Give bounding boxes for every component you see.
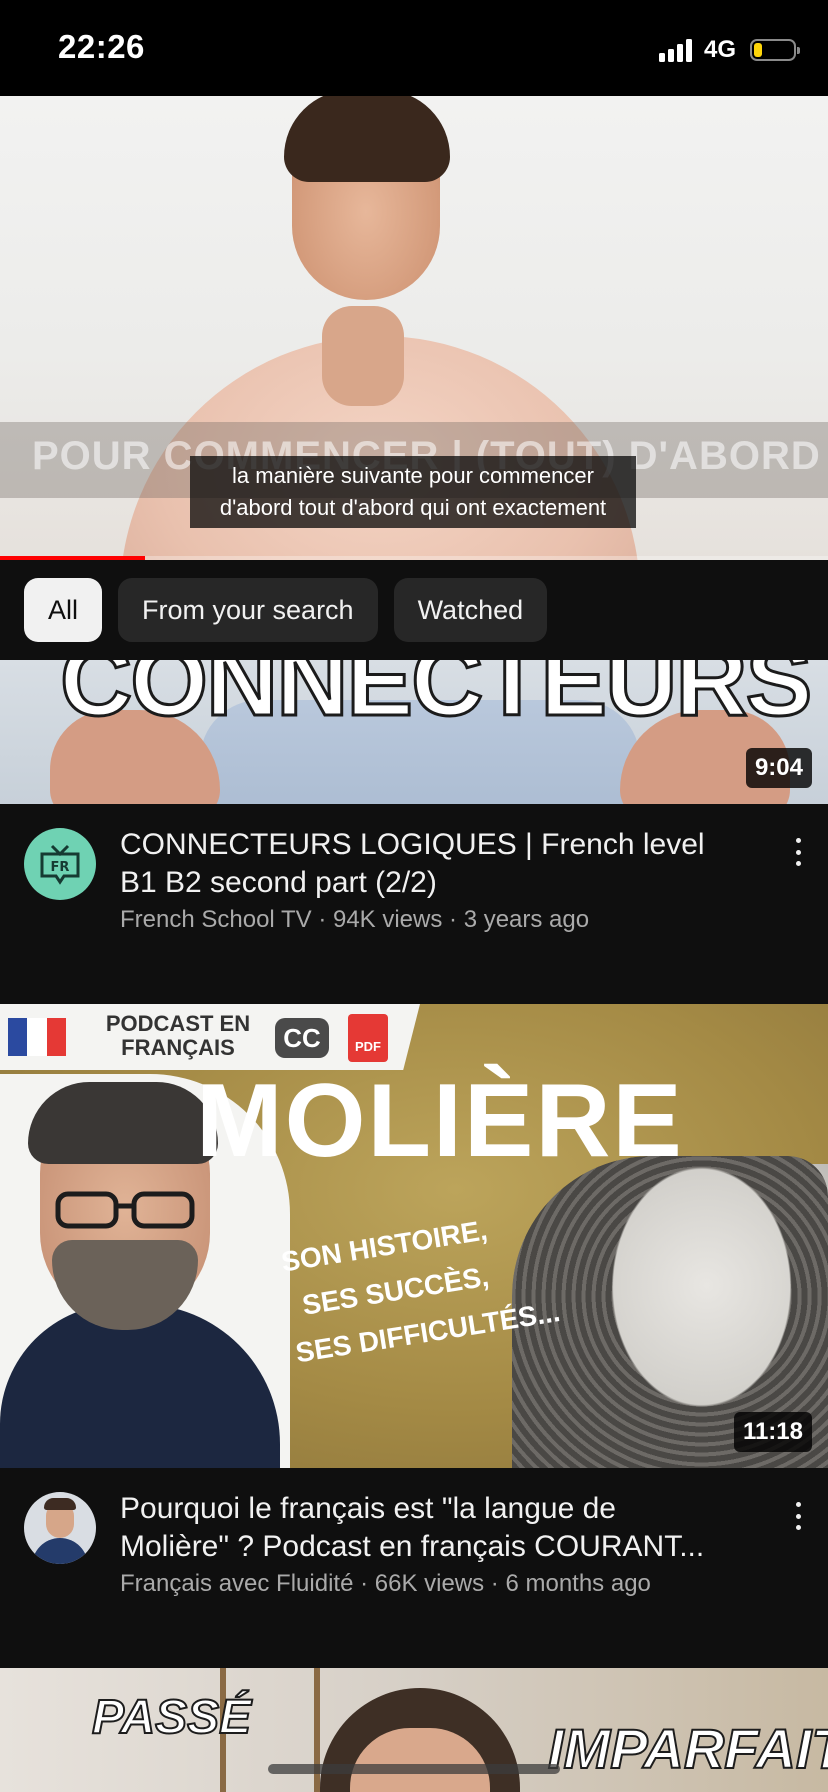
video-2-title-line-1: Pourquoi le français est "la langue de bbox=[120, 1492, 616, 1525]
battery-icon bbox=[750, 39, 800, 61]
home-indicator[interactable] bbox=[268, 1764, 560, 1774]
french-flag-icon bbox=[8, 1018, 66, 1056]
caption-line-1: la manière suivante pour commencer bbox=[232, 463, 594, 488]
podcast-banner-text: PODCAST EN FRANÇAIS bbox=[105, 1011, 251, 1060]
flag-band-white bbox=[27, 1018, 47, 1056]
video-2-subtitle: Français avec Fluidité · 66K views · 6 m… bbox=[120, 1570, 651, 1597]
channel-avatar-francais-avec-fluidite[interactable] bbox=[24, 1492, 96, 1564]
video-1-more-options-icon[interactable] bbox=[784, 834, 812, 870]
video-1-meta[interactable]: FR CONNECTEURS LOGIQUES | French level B… bbox=[0, 804, 828, 964]
cc-icon: CC bbox=[275, 1018, 329, 1058]
flag-band-red bbox=[46, 1018, 66, 1056]
chip-all[interactable]: All bbox=[24, 578, 103, 642]
video-2-title[interactable]: Pourquoi le français est "la langue de M… bbox=[120, 1490, 760, 1566]
player-frame-presenter-neck bbox=[322, 306, 404, 406]
player-frame-presenter-hair bbox=[284, 96, 450, 182]
video-1-subtitle: French School TV · 94K views · 3 years a… bbox=[120, 906, 590, 933]
video-2-duration-badge: 11:18 bbox=[733, 1412, 812, 1452]
battery-level bbox=[754, 43, 762, 57]
chip-from-your-search[interactable]: From your search bbox=[118, 578, 378, 642]
thumbnail-host-hair bbox=[28, 1082, 218, 1164]
podcast-banner: PODCAST EN FRANÇAIS CC PDF bbox=[0, 1004, 420, 1070]
network-type: 4G bbox=[703, 36, 736, 63]
thumbnail-host-glasses bbox=[55, 1191, 195, 1229]
channel-avatar-french-school-tv[interactable]: FR bbox=[24, 828, 96, 900]
status-time: 22:26 bbox=[58, 28, 145, 65]
video-2-meta[interactable]: Pourquoi le français est "la langue de M… bbox=[0, 1468, 828, 1628]
video-2-more-options-icon[interactable] bbox=[784, 1498, 812, 1534]
video-1-title-line-2: B1 B2 second part (2/2) bbox=[120, 866, 437, 899]
video-1-thumbnail[interactable]: CONNECTEURS 9:04 bbox=[0, 660, 828, 804]
video-1-title-line-1: CONNECTEURS LOGIQUES | French level bbox=[120, 828, 705, 861]
pdf-icon: PDF bbox=[348, 1014, 388, 1062]
svg-text:FR: FR bbox=[51, 860, 70, 875]
video-1-title[interactable]: CONNECTEURS LOGIQUES | French level B1 B… bbox=[120, 826, 760, 902]
video-player[interactable]: POUR COMMENCER | (TOUT) D'ABORD la maniè… bbox=[0, 96, 828, 560]
caption-line-2: d'abord tout d'abord qui ont exactement bbox=[219, 495, 607, 520]
closed-caption: la manière suivante pour commencer d'abo… bbox=[190, 456, 636, 528]
filter-chips-bar: All From your search Watched bbox=[0, 560, 828, 660]
video-2-thumbnail[interactable]: PODCAST EN FRANÇAIS CC PDF MOLIÈRE SON H… bbox=[0, 1004, 828, 1468]
chip-watched[interactable]: Watched bbox=[393, 578, 548, 642]
status-indicators: 4G bbox=[658, 36, 800, 64]
thumbnail-imparfait-text: IMPARFAIT bbox=[547, 1716, 828, 1781]
thumbnail-passe-text: PASSÉ bbox=[91, 1690, 252, 1745]
fr-tv-logo-icon: FR bbox=[40, 844, 80, 885]
video-2-title-line-2: Molière" ? Podcast en français COURANT..… bbox=[120, 1530, 705, 1563]
thumbnail-title-text: CONNECTEURS bbox=[59, 660, 814, 739]
cellular-signal-icon bbox=[658, 38, 692, 62]
thumbnail-moliere-title: MOLIÈRE bbox=[196, 1063, 684, 1179]
flag-band-blue bbox=[8, 1018, 28, 1056]
video-1-duration-badge: 9:04 bbox=[745, 748, 812, 788]
status-bar: 22:26 4G bbox=[0, 0, 828, 96]
